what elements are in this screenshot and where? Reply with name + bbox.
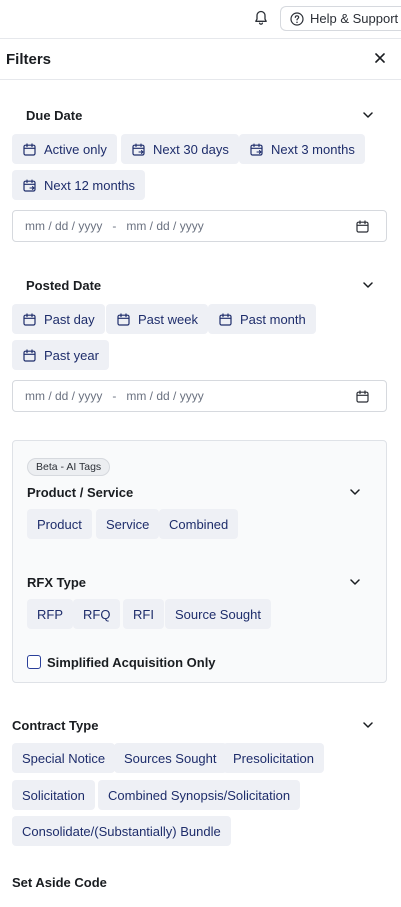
help-support-label: Help & Support [310,11,399,26]
calendar-arrow-icon [249,142,263,156]
chip-label: Special Notice [22,750,106,766]
beta-badge: Beta - AI Tags [27,458,111,476]
chip-label: Next 3 months [271,141,355,157]
chip-label: RFQ [83,606,111,622]
calendar-icon[interactable] [356,390,370,404]
chip-label: Next 30 days [153,141,229,157]
chip-solicitation[interactable]: Solicitation [12,780,95,810]
product-service-header[interactable]: Product / Service [27,485,361,500]
chip-sources-sought[interactable]: Sources Sought [114,743,227,773]
calendar-icon[interactable] [356,220,370,234]
start-date-field[interactable]: mm / dd / yyyy [25,389,102,403]
chip-label: Active only [44,141,107,157]
chip-next-30-days[interactable]: Next 30 days [121,134,239,164]
chip-product[interactable]: Product [27,509,92,539]
bell-icon[interactable] [252,9,270,27]
chip-rfi[interactable]: RFI [123,599,164,629]
chip-past-day[interactable]: Past day [12,304,105,334]
chip-label: Service [106,516,150,532]
chip-next-3-months[interactable]: Next 3 months [239,134,365,164]
chip-active-only[interactable]: Active only [12,134,117,164]
chip-label: Sources Sought [124,750,217,766]
chip-rfq[interactable]: RFQ [73,599,121,629]
chevron-down-icon[interactable] [349,487,361,499]
help-support-button[interactable]: Help & Support [280,6,401,31]
calendar-icon [22,142,36,156]
section-title-due-date: Due Date [26,108,83,123]
calendar-icon [116,312,130,326]
chip-label: Solicitation [22,787,85,803]
contract-type-header[interactable]: Contract Type [12,718,374,733]
chip-label: RFI [133,606,154,622]
chip-label: Past day [44,311,95,327]
chip-combined[interactable]: Combined [159,509,239,539]
chip-past-year[interactable]: Past year [12,340,109,370]
question-circle-icon [290,11,304,26]
due-date-header[interactable]: Due Date [26,108,374,123]
chip-presolicitation[interactable]: Presolicitation [223,743,324,773]
end-date-field[interactable]: mm / dd / yyyy [126,219,203,233]
start-date-field[interactable]: mm / dd / yyyy [25,219,102,233]
range-separator: - [112,389,117,403]
chip-label: Next 12 months [44,177,136,193]
section-title-contract-type: Contract Type [12,718,99,733]
chip-past-week[interactable]: Past week [106,304,208,334]
set-aside-header[interactable]: Set Aside Code [12,875,374,890]
simplified-acquisition-checkbox[interactable] [27,655,41,669]
chip-label: Consolidate/(Substantially) Bundle [22,823,221,839]
simplified-acquisition-label[interactable]: Simplified Acquisition Only [47,655,216,670]
chevron-down-icon[interactable] [362,280,374,292]
chip-next-12-months[interactable]: Next 12 months [12,170,146,200]
rfx-type-header[interactable]: RFX Type [27,575,361,590]
calendar-arrow-icon [22,178,36,192]
top-bar: Help & Support [0,0,401,39]
chevron-down-icon[interactable] [362,110,374,122]
chip-label: Presolicitation [233,750,314,766]
chip-label: Product [37,516,82,532]
chip-label: Past week [138,311,198,327]
chip-label: Past year [44,347,99,363]
due-date-range-input[interactable]: mm / dd / yyyy - mm / dd / yyyy [12,210,387,242]
chip-special-notice[interactable]: Special Notice [12,743,116,773]
range-separator: - [112,219,117,233]
chip-label: Source Sought [175,606,262,622]
calendar-icon [22,312,36,326]
chip-source-sought[interactable]: Source Sought [165,599,272,629]
chip-label: Combined [169,516,229,532]
chip-past-month[interactable]: Past month [208,304,316,334]
chip-service[interactable]: Service [96,509,160,539]
posted-date-range-input[interactable]: mm / dd / yyyy - mm / dd / yyyy [12,380,387,412]
chip-combined-synopsis-solicitation[interactable]: Combined Synopsis/Solicitation [98,780,301,810]
calendar-arrow-icon [131,142,145,156]
chip-label: Combined Synopsis/Solicitation [108,787,291,803]
panel-title: Filters [6,50,52,68]
section-title-rfx-type: RFX Type [27,575,86,590]
chip-rfp[interactable]: RFP [27,599,73,629]
chip-consolidate-bundle[interactable]: Consolidate/(Substantially) Bundle [12,816,231,846]
section-title-posted-date: Posted Date [26,278,102,293]
ai-tags-panel: Beta - AI Tags Product / Service Product… [12,440,387,683]
posted-date-header[interactable]: Posted Date [26,278,374,293]
end-date-field[interactable]: mm / dd / yyyy [126,389,203,403]
calendar-icon [22,348,36,362]
chevron-down-icon[interactable] [349,577,361,589]
calendar-icon [218,312,232,326]
chip-label: RFP [37,606,63,622]
filters-header: Filters [0,39,401,80]
chip-label: Past month [240,311,306,327]
section-title-set-aside: Set Aside Code [12,875,107,890]
section-title-product-service: Product / Service [27,485,134,500]
chevron-down-icon[interactable] [362,720,374,732]
close-icon[interactable] [373,51,387,65]
